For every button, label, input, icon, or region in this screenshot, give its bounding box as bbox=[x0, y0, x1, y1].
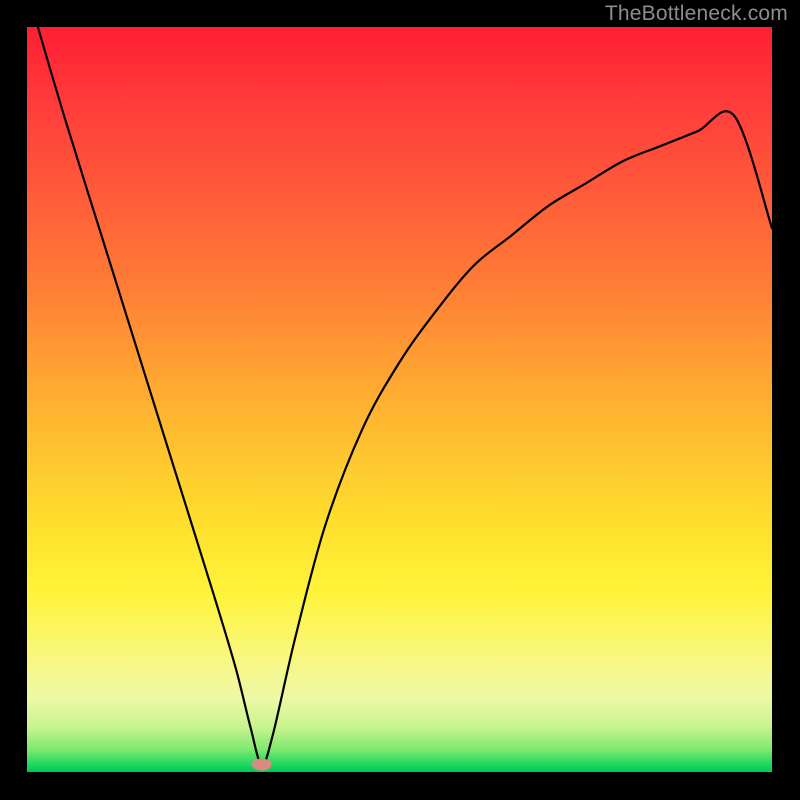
curve-svg bbox=[27, 27, 772, 772]
watermark-text: TheBottleneck.com bbox=[605, 2, 788, 26]
plot-area bbox=[27, 27, 772, 772]
min-marker bbox=[252, 759, 272, 771]
chart-frame: TheBottleneck.com bbox=[0, 0, 800, 800]
bottleneck-curve bbox=[27, 27, 772, 765]
